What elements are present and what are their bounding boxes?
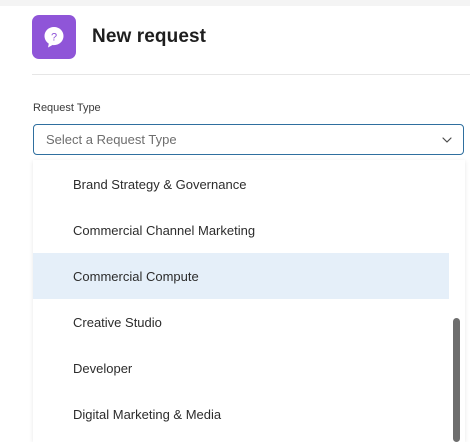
option-label: Brand Strategy & Governance bbox=[73, 176, 247, 192]
header-divider bbox=[32, 74, 470, 75]
request-type-label: Request Type bbox=[33, 102, 101, 114]
option-commercial-channel-marketing[interactable]: Commercial Channel Marketing bbox=[33, 207, 449, 253]
option-label: Digital Marketing & Media bbox=[73, 406, 222, 422]
request-type-select[interactable]: Select a Request Type bbox=[33, 124, 464, 155]
chevron-down-icon[interactable] bbox=[441, 134, 453, 146]
option-creative-studio[interactable]: Creative Studio bbox=[33, 299, 449, 345]
request-type-placeholder: Select a Request Type bbox=[46, 132, 177, 147]
header: ? New request bbox=[32, 14, 470, 60]
option-commercial-compute[interactable]: Commercial Compute bbox=[33, 253, 449, 299]
page-title: New request bbox=[92, 26, 207, 47]
svg-text:?: ? bbox=[51, 32, 57, 44]
dropdown-scrollbar-thumb[interactable] bbox=[453, 318, 460, 442]
option-digital-marketing-media[interactable]: Digital Marketing & Media bbox=[33, 391, 449, 437]
new-request-page: ? New request Request Type Select a Requ… bbox=[0, 0, 470, 442]
question-bubble-icon: ? bbox=[32, 15, 76, 59]
option-developer[interactable]: Developer bbox=[33, 345, 449, 391]
option-brand-strategy-governance[interactable]: Brand Strategy & Governance bbox=[33, 161, 449, 207]
option-label: Developer bbox=[73, 360, 133, 376]
option-label: Commercial Channel Marketing bbox=[73, 222, 256, 238]
option-label: Creative Studio bbox=[73, 314, 162, 330]
top-strip bbox=[0, 0, 470, 6]
request-type-dropdown-list: Brand Strategy & Governance Commercial C… bbox=[33, 160, 465, 442]
option-label: Commercial Compute bbox=[73, 268, 199, 284]
